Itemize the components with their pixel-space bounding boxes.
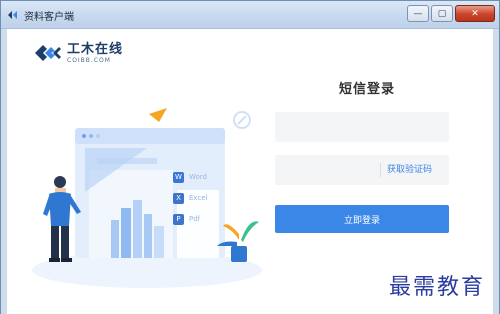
login-button[interactable]: 立即登录 — [275, 205, 449, 233]
minimize-button[interactable]: — — [407, 5, 429, 22]
brand-domain: COIBB.COM — [67, 56, 111, 64]
app-list: W Word X Excel P Pdf — [173, 170, 208, 226]
app-item-word: W Word — [173, 170, 208, 184]
field-divider — [380, 163, 381, 177]
window-border-right — [493, 29, 499, 314]
app-item-excel: X Excel — [173, 191, 208, 205]
app-window: 资料客户端 — ▢ ✕ 工木在线 COIBB.COM W Word X Exce… — [0, 0, 500, 314]
close-button[interactable]: ✕ — [455, 5, 495, 22]
login-title: 短信登录 — [339, 82, 396, 97]
login-illustration — [32, 108, 262, 288]
paper-plane-icon — [149, 108, 167, 122]
app-item-pdf: P Pdf — [173, 212, 208, 226]
window-title: 资料客户端 — [24, 12, 74, 23]
brand-mark-icon — [35, 45, 61, 61]
client-area: 工木在线 COIBB.COM W Word X Excel P Pdf 短信登录… — [7, 30, 493, 314]
get-code-link[interactable]: 获取验证码 — [387, 162, 432, 175]
excel-icon: X — [173, 192, 184, 204]
watermark-text: 最需教育 — [388, 275, 485, 300]
brand-logo: 工木在线 COIBB.COM — [33, 42, 123, 64]
app-label: Pdf — [189, 215, 201, 223]
phone-input[interactable] — [275, 112, 449, 142]
app-label: Excel — [189, 194, 208, 202]
maximize-button[interactable]: ▢ — [431, 5, 453, 22]
word-icon: W — [173, 171, 184, 183]
brand-name: 工木在线 — [67, 41, 124, 57]
app-logo-icon — [8, 11, 17, 19]
pdf-icon: P — [173, 213, 184, 225]
title-bar[interactable]: 资料客户端 — ▢ ✕ — [1, 1, 499, 29]
window-controls: — ▢ ✕ — [407, 5, 495, 23]
app-label: Word — [189, 173, 207, 181]
